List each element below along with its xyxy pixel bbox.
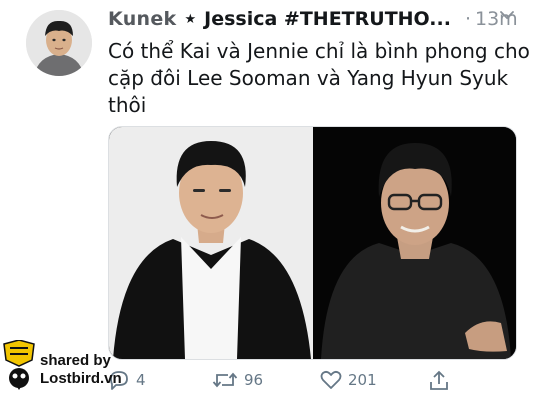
star-icon: ★ — [184, 11, 197, 27]
like-count: 201 — [348, 371, 377, 389]
chevron-down-icon[interactable] — [499, 7, 515, 21]
dot-separator: · — [464, 8, 471, 30]
share-button[interactable] — [428, 370, 456, 392]
watermark-text: shared by Lostbird.vn — [40, 352, 122, 388]
watermark: shared by Lostbird.vn — [0, 338, 150, 398]
watermark-line1: shared by — [40, 352, 111, 369]
tweet-header: Kunek ★ Jessica #THETRUTHO... · 13m — [108, 6, 529, 32]
retweet-button[interactable]: 96 — [212, 370, 263, 390]
lostbird-logo-icon — [3, 340, 35, 390]
like-button[interactable]: 201 — [320, 370, 377, 390]
tweet-actions: 4 96 201 — [108, 370, 508, 398]
tweet-text: Có thể Kai và Jennie chỉ là bình phong c… — [108, 39, 530, 117]
heart-icon — [320, 370, 342, 389]
watermark-line2: Lostbird.vn — [40, 370, 122, 387]
retweet-icon — [212, 372, 238, 388]
retweet-count: 96 — [244, 371, 264, 389]
share-icon — [430, 370, 448, 390]
display-name[interactable]: Kunek — [108, 8, 176, 30]
avatar[interactable] — [26, 10, 92, 76]
tweet-photo[interactable] — [108, 126, 517, 360]
user-handle[interactable]: Jessica #THETRUTHO... — [204, 8, 451, 30]
